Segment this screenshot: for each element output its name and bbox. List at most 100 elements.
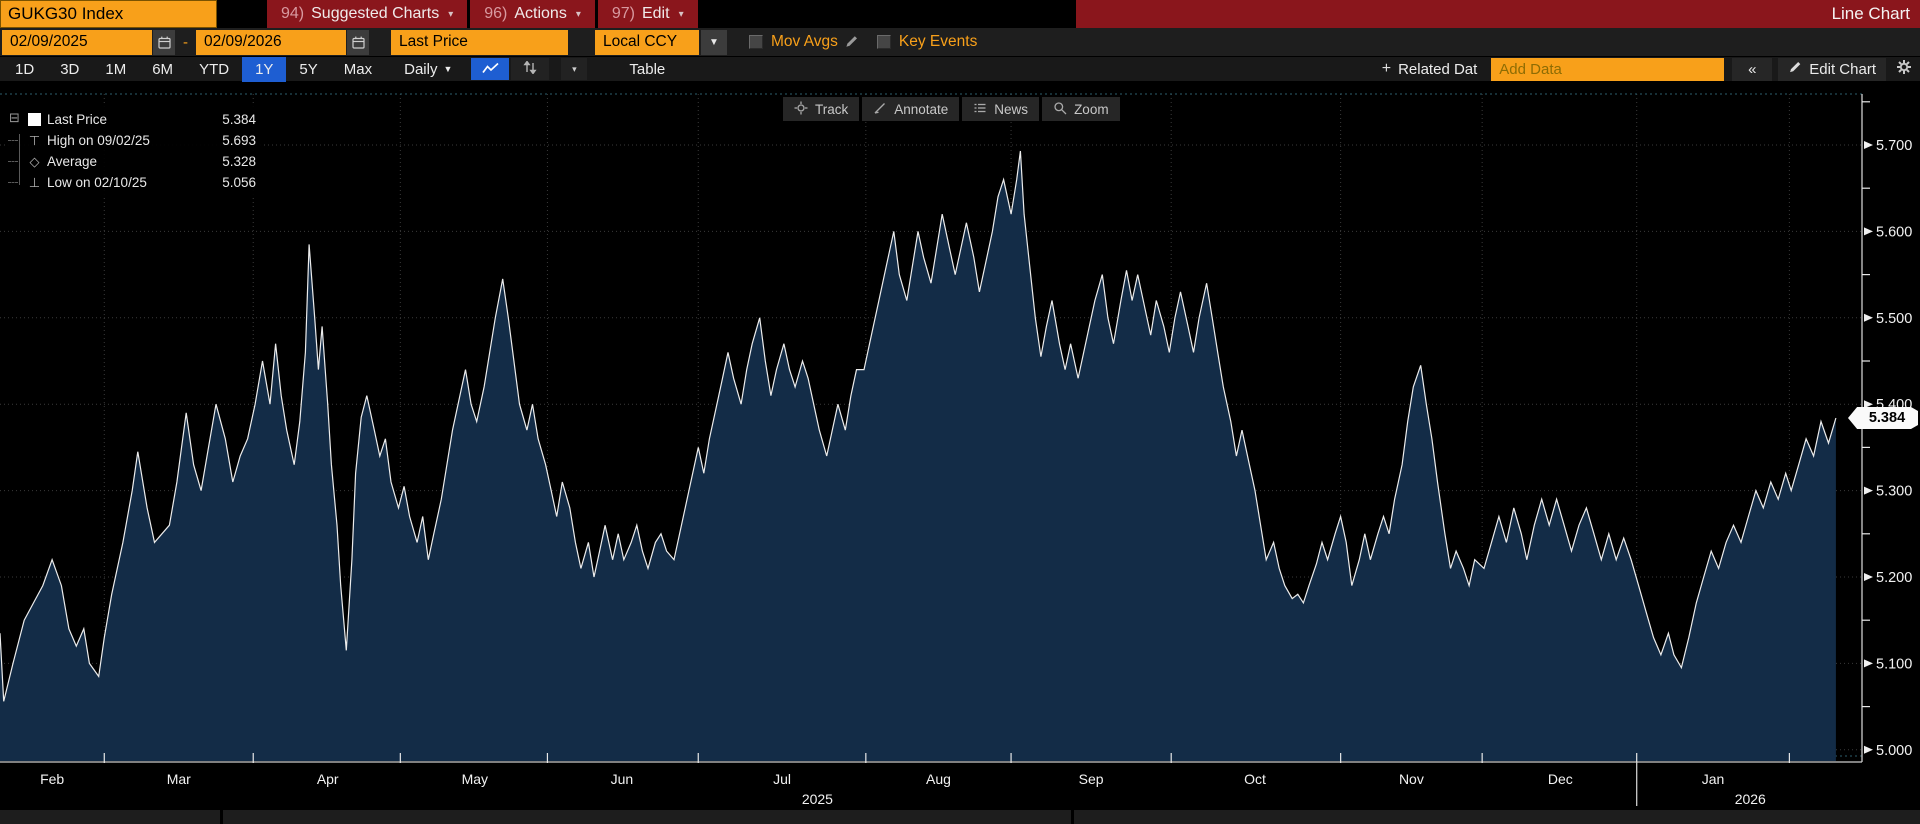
toolbar-right-cluster: + Related Dat « Edit Chart [1382, 57, 1912, 81]
currency-dropdown-button[interactable]: ▼ [701, 29, 727, 55]
mov-avgs-checkbox[interactable] [749, 35, 763, 49]
svg-text:5.000: 5.000 [1876, 743, 1912, 759]
news-label: News [994, 101, 1029, 117]
magnifier-icon [1053, 101, 1067, 118]
range-5y-button[interactable]: 5Y [286, 57, 330, 82]
range-1m-button[interactable]: 1M [92, 57, 139, 82]
mov-avgs-label: Mov Avgs [771, 33, 838, 50]
annotate-button[interactable]: Annotate [862, 97, 960, 121]
zoom-label: Zoom [1074, 101, 1109, 117]
range-6m-button[interactable]: 6M [139, 57, 186, 82]
chart-tools-toolbar: Track Annotate News Zoom [783, 97, 1120, 121]
related-data-button[interactable]: + Related Dat [1382, 60, 1478, 78]
svg-text:Jun: Jun [611, 771, 634, 787]
calendar-icon[interactable] [153, 29, 175, 55]
function-title-area: Line Chart [1075, 0, 1920, 28]
svg-text:Dec: Dec [1548, 771, 1573, 787]
date-to-input[interactable]: 02/09/2026 [196, 29, 346, 55]
chevron-down-icon: ▾ [572, 63, 577, 74]
chart-type-dropdown-button[interactable]: ▾ [561, 58, 588, 80]
pencil-icon [1788, 61, 1802, 78]
price-field-select[interactable]: Last Price [391, 29, 568, 55]
settings-button[interactable] [1896, 59, 1912, 79]
range-3d-button[interactable]: 3D [47, 57, 92, 82]
menu-actions[interactable]: 96) Actions ▾ [470, 0, 595, 28]
track-button[interactable]: Track [783, 97, 860, 121]
key-events-checkbox[interactable] [876, 35, 891, 49]
chevron-down-icon: ▾ [575, 8, 581, 20]
bar-chart-type-button[interactable] [511, 58, 550, 80]
ticker-input[interactable]: GUKG30 Index [0, 0, 217, 28]
high-marker-icon: ⊤ [28, 132, 41, 148]
svg-text:2026: 2026 [1735, 791, 1766, 807]
svg-text:5.500: 5.500 [1876, 311, 1912, 327]
add-data-input[interactable] [1491, 57, 1725, 81]
function-title: Line Chart [1831, 4, 1910, 23]
menu-edit[interactable]: 97) Edit ▾ [597, 0, 698, 28]
annotate-label: Annotate [894, 101, 949, 117]
svg-text:Aug: Aug [926, 771, 951, 787]
range-1y-button[interactable]: 1Y [242, 56, 287, 82]
legend-collapse-icon[interactable]: ⊟ [9, 110, 20, 126]
table-button[interactable]: Table [603, 57, 691, 82]
period-label: Daily [404, 60, 438, 78]
range-1d-button[interactable]: 1D [2, 57, 47, 82]
edit-chart-button[interactable]: Edit Chart [1778, 57, 1886, 81]
menu-number: 97) [611, 5, 635, 22]
low-marker-icon: ⊥ [28, 174, 41, 190]
price-chart[interactable]: Feb Mar Apr May Jun Jul Aug Sep Oct Nov Dec Jan 2025… [0, 82, 1920, 810]
last-price-swatch-icon [28, 113, 41, 126]
chart-controls-bar: 02/09/2025 - 02/09/2026 Last Price Local… [0, 28, 1920, 57]
pencil-icon[interactable] [844, 35, 859, 49]
svg-text:5.700: 5.700 [1876, 138, 1912, 154]
legend-value: 5.693 [222, 133, 256, 148]
chart-legend: ⊟ Last Price 5.384 ⊤ High on 09/02/25 5.… [8, 106, 262, 197]
legend-row-high[interactable]: ⊤ High on 09/02/25 5.693 [8, 130, 256, 151]
menu-group: 94) Suggested Charts ▾ 96) Actions ▾ 97)… [267, 0, 698, 28]
line-chart-type-button[interactable] [471, 58, 510, 80]
period-select[interactable]: Daily ▼ [391, 57, 465, 82]
chevron-down-icon: ▼ [709, 36, 719, 48]
svg-text:Apr: Apr [317, 771, 339, 787]
menu-bar-gap [697, 0, 1076, 28]
up-down-arrows-icon [522, 59, 538, 78]
range-max-button[interactable]: Max [331, 57, 385, 82]
menu-label: Actions [514, 5, 567, 22]
svg-text:5.100: 5.100 [1876, 656, 1912, 672]
legend-label: Low on 02/10/25 [47, 175, 147, 190]
related-data-label: Related Dat [1398, 60, 1478, 78]
news-list-icon [973, 101, 987, 118]
collapse-panel-button[interactable]: « [1732, 57, 1773, 81]
bloomberg-terminal-window: { "title_bar": { "ticker": "GUKG30 Index… [0, 0, 1920, 824]
menu-suggested-charts[interactable]: 94) Suggested Charts ▾ [267, 0, 468, 28]
top-menu-bar: GUKG30 Index 94) Suggested Charts ▾ 96) … [0, 0, 1920, 28]
svg-text:5.300: 5.300 [1876, 484, 1912, 500]
chart-panel: Feb Mar Apr May Jun Jul Aug Sep Oct Nov Dec Jan 2025… [0, 82, 1920, 810]
date-range-separator: - [183, 33, 188, 51]
edit-chart-label: Edit Chart [1809, 60, 1876, 78]
calendar-icon[interactable] [347, 29, 369, 55]
news-button[interactable]: News [962, 97, 1040, 121]
legend-row-low[interactable]: ⊥ Low on 02/10/25 5.056 [8, 172, 256, 193]
chevron-down-icon: ▼ [443, 64, 453, 74]
date-from-input[interactable]: 02/09/2025 [2, 29, 152, 55]
svg-text:Nov: Nov [1399, 771, 1424, 787]
legend-row-last-price[interactable]: ⊟ Last Price 5.384 [9, 109, 256, 130]
legend-row-average[interactable]: ◇ Average 5.328 [8, 151, 256, 172]
zoom-button[interactable]: Zoom [1042, 97, 1120, 121]
svg-text:Jul: Jul [773, 771, 791, 787]
chart-toolbar: 1D 3D 1M 6M YTD 1Y 5Y Max Daily ▼ ▾ Tabl… [0, 56, 1920, 82]
menu-label: Edit [641, 5, 670, 22]
annotate-pencil-icon [873, 101, 887, 118]
chevron-down-icon: ▾ [448, 8, 454, 20]
svg-text:Mar: Mar [167, 771, 191, 787]
legend-label: High on 09/02/25 [47, 133, 150, 148]
crosshair-icon [794, 101, 808, 118]
menu-number: 94) [281, 5, 305, 22]
range-ytd-button[interactable]: YTD [186, 57, 242, 82]
bottom-panel-edge [0, 810, 1920, 824]
legend-label: Last Price [47, 112, 108, 127]
gear-icon [1896, 59, 1912, 79]
chevron-down-icon: ▾ [678, 8, 684, 20]
currency-select[interactable]: Local CCY [595, 29, 699, 55]
